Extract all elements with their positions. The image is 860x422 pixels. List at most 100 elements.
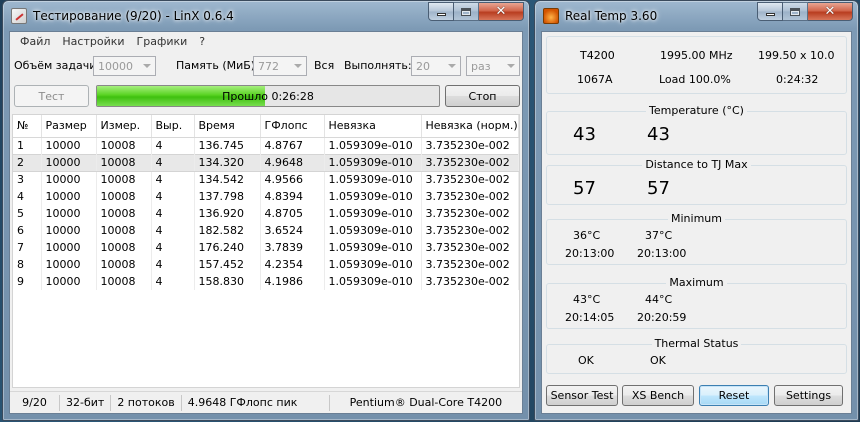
close-button[interactable]: ✕ [479, 2, 524, 21]
table-row[interactable]: 4 10000 10008 4 137.798 4.8394 1.059309e-010 3.… [13, 188, 519, 205]
cell-residual: 1.059309e-010 [324, 222, 422, 239]
table-row[interactable]: 5 10000 10008 4 136.920 4.8705 1.059309e-010 3.… [13, 205, 519, 222]
status-peak-gflops: 4.9648 ГФлопс пик [182, 394, 330, 411]
table-row[interactable]: 8 10000 10008 4 157.452 4.2354 1.059309e-010 3.… [13, 256, 519, 273]
cell-residual: 1.059309e-010 [324, 273, 422, 290]
cpu-multiplier: 199.50 x 10.0 [758, 49, 835, 62]
menu-settings[interactable]: Настройки [56, 35, 130, 48]
cell-residual-norm: 3.735230e-002 [421, 137, 519, 154]
cell-gflops: 3.6524 [260, 222, 325, 239]
cell-residual: 1.059309e-010 [324, 239, 422, 256]
table-row[interactable]: 1 10000 10008 4 136.745 4.8767 1.059309e-010 3.… [13, 137, 519, 154]
task-size-label: Объём задачи: [14, 59, 101, 72]
cpu-load: Load 100.0% [659, 73, 731, 86]
cell-gflops: 4.8767 [260, 137, 325, 154]
cell-alignment: 4 [151, 188, 195, 205]
cell-gflops: 4.1986 [260, 273, 325, 290]
table-row[interactable]: 6 10000 10008 4 182.582 3.6524 1.059309e-010 3.… [13, 222, 519, 239]
test-button[interactable]: Тест [14, 85, 89, 107]
col-header-alignment[interactable]: Выр. [151, 115, 195, 138]
sensor-test-button[interactable]: Sensor Test [546, 385, 618, 406]
settings-button[interactable]: Settings [774, 385, 843, 406]
memory-combo[interactable]: 772 [253, 56, 307, 76]
col-header-size[interactable]: Размер [41, 115, 97, 138]
close-icon: ✕ [824, 4, 836, 19]
cell-size: 10000 [41, 256, 97, 273]
all-memory-label: Вся [314, 59, 335, 72]
chevron-down-icon [507, 64, 515, 68]
cell-time: 134.542 [194, 171, 261, 188]
chevron-down-icon [448, 64, 456, 68]
cell-residual: 1.059309e-010 [324, 171, 422, 188]
task-size-combo[interactable]: 10000 [93, 56, 156, 76]
cell-residual-norm: 3.735230e-002 [421, 171, 519, 188]
results-table[interactable]: № Размер Измер. Выр. Время ГФлопс Невязк… [12, 114, 520, 388]
core0-min-time: 20:13:00 [565, 247, 615, 260]
core0-distance: 57 [573, 178, 596, 199]
minimize-button[interactable] [757, 2, 783, 21]
cell-dimension: 10008 [96, 205, 152, 222]
linx-app-icon [11, 8, 27, 24]
core1-temperature: 43 [647, 124, 670, 145]
xs-bench-button[interactable]: XS Bench [622, 385, 694, 406]
close-button[interactable]: ✕ [808, 2, 853, 21]
table-row[interactable]: 3 10000 10008 4 134.542 4.9566 1.059309e-010 3.… [13, 171, 519, 188]
run-unit-combo[interactable]: раз [466, 56, 520, 76]
realtemp-window: Real Temp 3.60 ✕ T4200 1995.00 MHz 199.5… [534, 0, 859, 421]
chevron-down-icon [294, 64, 302, 68]
status-bar: 9/20 32-бит 2 потоков 4.9648 ГФлопс пик … [10, 391, 522, 413]
cell-dimension: 10008 [96, 171, 152, 188]
menu-file[interactable]: Файл [14, 35, 56, 48]
status-progress: 9/20 [10, 394, 60, 411]
cell-residual-norm: 3.735230e-002 [421, 222, 519, 239]
realtemp-client: T4200 1995.00 MHz 199.50 x 10.0 1067A Lo… [541, 31, 852, 414]
menu-bar: Файл Настройки Графики ? [10, 32, 522, 51]
core1-min-temp: 37°C [645, 229, 673, 242]
col-header-number[interactable]: № [13, 115, 42, 138]
col-header-residual[interactable]: Невязка [324, 115, 422, 138]
menu-graphs[interactable]: Графики [131, 35, 194, 48]
linx-titlebar[interactable]: Тестирование (9/20) - LinX 0.6.4 ✕ [3, 1, 529, 31]
reset-button[interactable]: Reset [699, 385, 769, 406]
realtemp-window-title: Real Temp 3.60 [565, 9, 658, 23]
cell-residual-norm: 3.735230e-002 [421, 256, 519, 273]
cell-alignment: 4 [151, 222, 195, 239]
realtemp-app-icon [543, 8, 559, 24]
col-header-gflops[interactable]: ГФлопс [260, 115, 325, 138]
col-header-time[interactable]: Время [194, 115, 261, 138]
params-row: Объём задачи: 10000 Память (МиБ): 772 Вс… [10, 53, 522, 79]
linx-window-title: Тестирование (9/20) - LinX 0.6.4 [33, 9, 234, 23]
cell-number: 8 [13, 256, 42, 273]
cell-size: 10000 [41, 205, 97, 222]
cell-time: 157.452 [194, 256, 261, 273]
elapsed-time: 0:24:32 [776, 73, 819, 86]
cell-time: 136.745 [194, 137, 261, 154]
cell-time: 158.830 [194, 273, 261, 290]
distance-title: Distance to TJ Max [642, 158, 751, 171]
maximize-button[interactable] [783, 2, 808, 21]
maximize-button[interactable] [454, 2, 479, 21]
realtemp-titlebar[interactable]: Real Temp 3.60 ✕ [535, 1, 858, 31]
table-row[interactable]: 7 10000 10008 4 176.240 3.7839 1.059309e-010 3.… [13, 239, 519, 256]
cell-residual-norm: 3.735230e-002 [421, 153, 519, 172]
menu-help[interactable]: ? [193, 35, 211, 48]
stop-button[interactable]: Стоп [445, 85, 520, 107]
core0-max-temp: 43°C [573, 293, 601, 306]
run-count-label: Выполнять: [344, 59, 412, 72]
maximize-icon [461, 7, 471, 16]
table-row[interactable]: 9 10000 10008 4 158.830 4.1986 1.059309e-010 3.… [13, 273, 519, 290]
cell-size: 10000 [41, 137, 97, 154]
col-header-dimension[interactable]: Измер. [96, 115, 152, 138]
status-bits: 32-бит [60, 394, 112, 411]
maximum-group: Maximum 43°C 44°C 20:14:05 20:20:59 [546, 276, 847, 329]
results-table-body: 1 10000 10008 4 136.745 4.8767 1.059309e-010 3.… [13, 137, 519, 290]
col-header-residual-norm[interactable]: Невязка (норм.) [421, 115, 519, 138]
cpu-info-group: T4200 1995.00 MHz 199.50 x 10.0 1067A Lo… [546, 36, 847, 94]
table-header-row: № Размер Измер. Выр. Время ГФлопс Невязк… [13, 115, 519, 138]
minimize-button[interactable] [428, 2, 454, 21]
cell-time: 176.240 [194, 239, 261, 256]
run-count-combo[interactable]: 20 [411, 56, 461, 76]
table-row[interactable]: 2 10000 10008 4 134.320 4.9648 1.059309e-010 3.… [13, 153, 519, 172]
core1-max-temp: 44°C [645, 293, 673, 306]
cell-number: 3 [13, 171, 42, 188]
